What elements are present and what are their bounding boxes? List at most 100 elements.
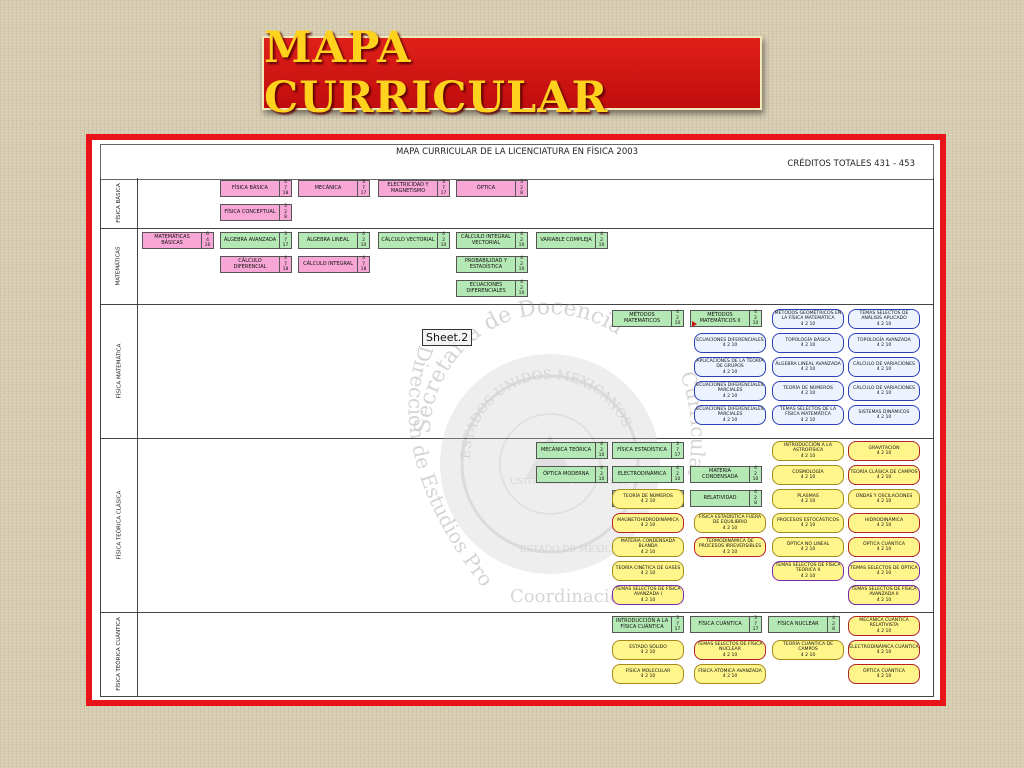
course-box: MECÁNICA TEÓRICA 4 2 10 [536, 442, 608, 459]
elective-course: TOPOLOGÍA AVANZADA 4 2 10 [848, 333, 920, 353]
course-name: VARIABLE COMPLEJA [536, 232, 596, 249]
elective-credits: 4 2 10 [722, 652, 738, 658]
elective-credits: 4 2 10 [640, 597, 656, 603]
course-name: FÍSICA NUCLEAR [768, 616, 828, 633]
elective-course: TEORÍA CUÁNTICA DE CAMPOS 4 2 10 [772, 640, 844, 660]
elective-course: COSMOLOGÍA 4 2 10 [772, 465, 844, 485]
elective-course: CÁLCULO DE VARIACIONES 4 2 10 [848, 381, 920, 401]
elective-name: FÍSICA ESTADÍSTICA FUERA DE EQUILIBRIO [698, 514, 762, 526]
credit-value: 10 [674, 477, 681, 483]
course-credits: 4 2 10 [438, 232, 450, 249]
elective-credits: 4 2 10 [640, 499, 656, 504]
course-credits: 6 4 16 [202, 232, 214, 249]
course-name: PROBABILIDAD Y ESTADÍSTICA [456, 256, 516, 273]
course-box: INTRODUCCIÓN A LA FÍSICA CUÁNTICA 3 7 17 [612, 616, 684, 633]
elective-course: TEMAS SELECTOS DE FÍSICA NUCLEAR 4 2 10 [694, 640, 766, 660]
elective-credits: 4 2 10 [876, 597, 892, 603]
elective-name: TEMAS SELECTOS DE FÍSICA AVANZADA I [615, 586, 681, 598]
credit-value: 8 [284, 215, 287, 221]
course-credits: 4 7 18 [280, 256, 292, 273]
row-label: FÍSICA BÁSICA [116, 183, 123, 223]
elective-credits: 4 2 10 [640, 571, 656, 576]
elective-name: APLICACIONES DE LA TEORÍA DE GRUPOS [696, 358, 764, 370]
elective-credits: 4 2 10 [800, 547, 816, 552]
elective-name: ECUACIONES DIFERENCIALES PARCIALES [696, 382, 764, 394]
course-box: CÁLCULO VECTORIAL 4 2 10 [378, 232, 450, 249]
elective-credits: 4 2 10 [876, 628, 892, 634]
course-credits: 4 2 10 [672, 310, 684, 327]
course-credits: 4 2 10 [596, 466, 608, 483]
curriculum-map-frame: MAPA CURRICULAR DE LA LICENCIATURA EN FÍ… [86, 134, 946, 706]
course-name: FÍSICA BÁSICA [220, 180, 280, 197]
elective-course: SISTEMAS DINÁMICOS 4 2 10 [848, 405, 920, 425]
elective-credits: 4 2 10 [876, 415, 892, 420]
credit-value: 10 [440, 243, 447, 249]
elective-credits: 4 2 10 [800, 391, 816, 396]
elective-course: TEMAS SELECTOS DE FÍSICA TEÓRICA II 4 2 1… [772, 561, 844, 581]
credit-value: 10 [598, 477, 605, 483]
elective-course: FÍSICA ATÓMICA AVANZADA 4 2 10 [694, 664, 766, 684]
credit-value: 16 [204, 243, 211, 249]
course-credits: 4 2 10 [516, 256, 528, 273]
course-name: ELECTRICIDAD Y MAGNETISMO [378, 180, 438, 197]
row-label: FÍSICA TEÓRICA CUÁNTICA [116, 617, 123, 691]
elective-credits: 4 2 10 [640, 674, 656, 679]
elective-credits: 4 2 10 [640, 549, 656, 555]
course-box: ELECTRODINÁMICA 4 2 10 [612, 466, 684, 483]
elective-course: ÓPTICA CUÁNTICA 4 2 10 [848, 537, 920, 557]
elective-course: TEMAS SELECTOS DE FÍSICA AVANZADA II 4 2 … [848, 585, 920, 605]
elective-credits: 4 2 10 [722, 393, 738, 399]
elective-course: TEORÍA DE NÚMEROS 4 2 10 [772, 381, 844, 401]
course-credits: 3717 [438, 180, 450, 197]
course-name: RELATIVIDAD [690, 490, 750, 507]
course-name: ECUACIONES DIFERENCIALES [456, 280, 516, 297]
elective-name: TEMAS SELECTOS DE FÍSICA TEÓRICA II [775, 562, 841, 574]
elective-name: ECUACIONES DIFERENCIALES PARCIALES [696, 406, 764, 418]
course-credits: 4 7 18 [280, 180, 292, 197]
elective-course: ÓPTICA CUÁNTICA 4 2 10 [848, 664, 920, 684]
course-name: ÁLGEBRA LINEAL [298, 232, 358, 249]
elective-credits: 4 2 10 [876, 343, 892, 348]
elective-course: MECÁNICA CUÁNTICA RELATIVISTA 4 2 10 [848, 616, 920, 636]
course-box: PROBABILIDAD Y ESTADÍSTICA 4 2 10 [456, 256, 528, 273]
course-credits: 3717 [750, 616, 762, 633]
course-credits: 4 2 10 [516, 280, 528, 297]
elective-name: MECÁNICA CUÁNTICA RELATIVISTA [859, 617, 909, 629]
credit-value: 8 [832, 627, 835, 633]
course-name: CÁLCULO INTEGRAL VECTORIAL [456, 232, 516, 249]
course-name: CÁLCULO INTEGRAL [298, 256, 358, 273]
elective-credits: 4 2 10 [800, 573, 816, 579]
credit-value: 17 [752, 627, 759, 633]
elective-course: APLICACIONES DE LA TEORÍA DE GRUPOS 4 2 1… [694, 357, 766, 377]
elective-course: ECUACIONES DIFERENCIALES PARCIALES 4 2 10 [694, 405, 766, 425]
credit-value: 10 [674, 321, 681, 327]
credit-value: 10 [360, 243, 367, 249]
elective-course: TEMAS SELECTOS DE ÓPTICA 4 2 10 [848, 561, 920, 581]
elective-course: MÉTODOS GEOMÉTRICOS EN LA FÍSICA MATEMÁT… [772, 309, 844, 329]
course-credits: 328 [516, 180, 528, 197]
prerequisite-arrow [692, 321, 697, 327]
elective-credits: 4 2 10 [800, 321, 816, 327]
row-label: MATEMÁTICAS [116, 246, 123, 286]
elective-course: ÁLGEBRA LINEAL AVANZADA 4 2 10 [772, 357, 844, 377]
course-name: FÍSICA CONCEPTUAL [220, 204, 280, 221]
elective-credits: 4 2 10 [876, 367, 892, 372]
credit-value: 10 [598, 453, 605, 459]
credit-value: 17 [360, 191, 367, 197]
course-name: CÁLCULO DIFERENCIAL [220, 256, 280, 273]
elective-credits: 4 2 10 [722, 525, 738, 531]
elective-credits: 4 2 10 [876, 674, 892, 679]
elective-course: TERMODINÁMICA DE PROCESOS IRREVERSIBLES 4… [694, 537, 766, 557]
course-credits: 3717 [280, 232, 292, 249]
course-name: CÁLCULO VECTORIAL [378, 232, 438, 249]
elective-course: ELECTRODINÁMICA CUÁNTICA 4 2 10 [848, 640, 920, 660]
course-box: MÉTODOS MATEMÁTICOS 4 2 10 [612, 310, 684, 327]
course-credits: 3717 [358, 180, 370, 197]
elective-credits: 4 2 10 [722, 549, 738, 555]
credit-value: 18 [282, 267, 289, 273]
credit-value: 10 [518, 291, 525, 297]
credit-value: 10 [598, 243, 605, 249]
course-credits: 4 2 10 [750, 466, 762, 483]
course-name: MATEMÁTICAS BÁSICAS [142, 232, 202, 249]
sheet-tooltip: Sheet.2 [422, 329, 473, 346]
